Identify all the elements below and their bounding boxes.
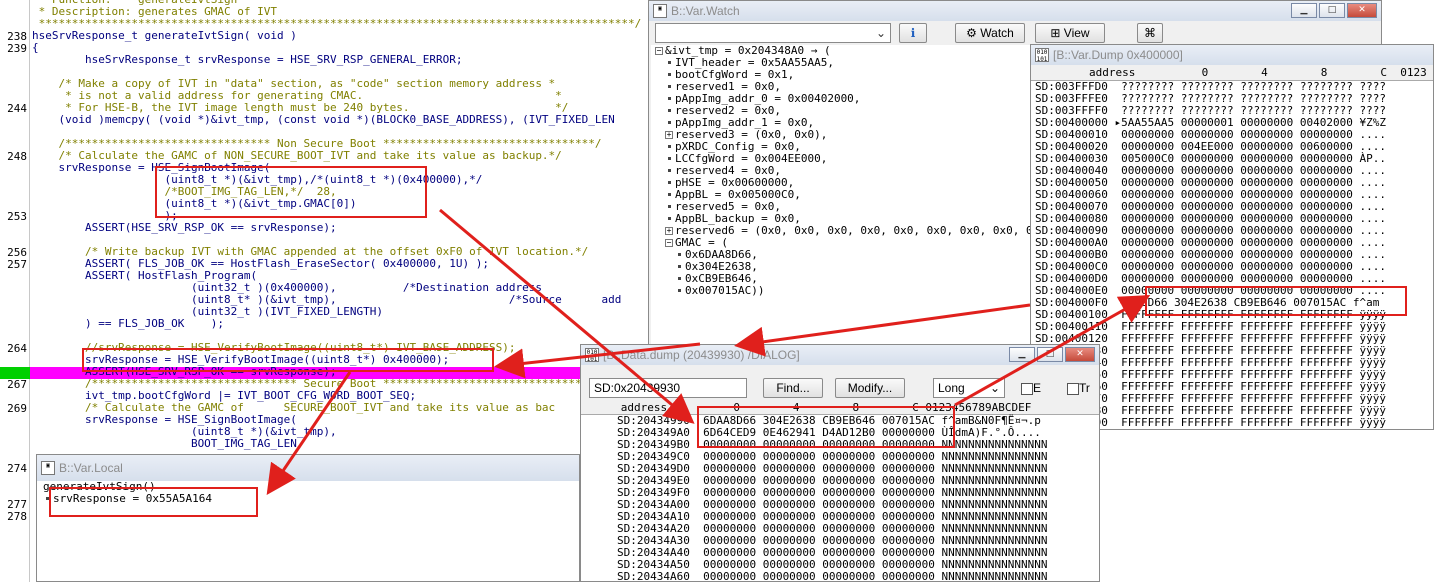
var-dump-header: address 0 4 8 C 0123 <box>1031 67 1433 81</box>
bullet-icon <box>668 96 671 100</box>
line-number: 248 <box>7 150 27 163</box>
line-number: 278 <box>7 510 27 523</box>
line-number: 267 <box>7 378 27 391</box>
chevron-down-icon: ⌄ <box>875 26 886 40</box>
watch-row-text: reserved6 = (0x0, 0x0, 0x0, 0x0, 0x0, 0x… <box>675 224 1046 237</box>
watch-button-label: Watch <box>980 26 1014 40</box>
var-watch-title: B::Var.Watch <box>671 4 740 18</box>
find-button[interactable]: Find... <box>763 378 823 398</box>
info-icon: ℹ <box>910 26 916 40</box>
bullet-icon <box>678 264 681 268</box>
local-variable-value: srvResponse = 0x55A5A164 <box>53 492 212 505</box>
collapse-icon[interactable]: − <box>655 47 663 55</box>
code-line[interactable]: ASSERT(HSE_SRV_RSP_OK == srvResponse); <box>32 222 337 234</box>
line-number: 269 <box>7 402 27 415</box>
bullet-icon <box>668 120 671 124</box>
line-number: 274 <box>7 462 27 475</box>
watch-expression-input[interactable]: ⌄ <box>655 23 891 43</box>
line-number: 265 <box>7 354 27 367</box>
var-local-window[interactable]: ▣ B::Var.Local generateIvtSign() srvResp… <box>36 454 580 582</box>
data-dump-titlebar[interactable]: 010 101 [B::Data.dump (20439930) /DIALOG]… <box>581 345 1099 365</box>
var-local-title: B::Var.Local <box>59 461 123 475</box>
find-button-label: Find... <box>776 381 810 395</box>
window-icon: 010 101 <box>585 348 599 363</box>
expand-icon[interactable]: + <box>665 227 673 235</box>
line-number: 244 <box>7 102 27 115</box>
bullet-icon <box>668 144 671 148</box>
e-checkbox[interactable]: E <box>1021 381 1041 395</box>
minimize-button[interactable]: ▁ <box>1291 3 1317 18</box>
bullet-icon <box>668 168 671 172</box>
pin-icon: ⌘ <box>1144 26 1156 40</box>
bullet-icon <box>668 60 671 64</box>
code-line[interactable]: (void )memcpy( (void *)&ivt_tmp, (const … <box>32 114 614 126</box>
bullet-icon <box>678 252 681 256</box>
code-line[interactable]: hseSrvResponse_t generateIvtSign( void ) <box>32 30 297 42</box>
maximize-button[interactable]: □ <box>1319 3 1345 18</box>
window-icon: ▣ <box>41 461 55 475</box>
pin-button[interactable]: ⌘ <box>1137 23 1163 43</box>
collapse-icon[interactable]: − <box>665 239 673 247</box>
code-line[interactable]: hseSrvResponse_t srvResponse = HSE_SRV_R… <box>32 54 463 66</box>
code-line[interactable]: ) == FLS_JOB_OK ); <box>32 318 224 330</box>
bullet-icon <box>678 276 681 280</box>
bullet-icon <box>668 156 671 160</box>
var-dump-titlebar[interactable]: 010 101 [B::Var.Dump 0x400000] <box>1031 45 1433 65</box>
checkbox-box <box>1067 382 1079 395</box>
bullet-icon <box>668 204 671 208</box>
bullet-icon <box>678 288 681 292</box>
minimize-button[interactable]: ▁ <box>1009 347 1035 362</box>
code-line[interactable]: BOOT_IMG_TAG_LEN, <box>32 438 304 450</box>
width-select[interactable]: Long ⌄ <box>933 378 1005 398</box>
view-button[interactable]: ⊞ View <box>1035 23 1105 43</box>
bullet-icon <box>668 192 671 196</box>
chevron-down-icon: ⌄ <box>989 381 1000 395</box>
watch-row[interactable]: 0x007015AC)) <box>675 285 764 297</box>
line-gutter: 238 239 244 248 253 256 257 264 265 267 269 274 277 2… <box>0 0 30 582</box>
var-dump-title: [B::Var.Dump 0x400000] <box>1053 48 1183 62</box>
data-dump-table[interactable]: SD:20434990 6DAA8D66 304E2638 CB9EB646 0… <box>581 415 1099 582</box>
view-button-label: View <box>1063 26 1090 40</box>
width-select-value: Long <box>938 381 965 395</box>
modify-button[interactable]: Modify... <box>835 378 905 398</box>
address-input[interactable]: SD:0x20439930 <box>589 378 747 398</box>
close-button[interactable]: ✕ <box>1347 3 1377 18</box>
tr-checkbox-label: Tr <box>1079 381 1090 395</box>
watch-row-text: 0x007015AC)) <box>685 284 765 297</box>
maximize-button[interactable]: □ <box>1037 347 1063 362</box>
window-icon: ▣ <box>653 4 667 18</box>
bullet-icon <box>668 72 671 76</box>
e-checkbox-label: E <box>1033 381 1042 395</box>
close-button[interactable]: ✕ <box>1065 347 1095 362</box>
local-tree[interactable]: generateIvtSign() srvResponse = 0x55A5A1… <box>37 481 579 581</box>
data-dump-title: [B::Data.dump (20439930) /DIALOG] <box>603 348 800 362</box>
window-icon: 010 101 <box>1035 48 1049 63</box>
watch-icon: ⚙ <box>966 26 977 40</box>
local-variable-row[interactable]: srvResponse = 0x55A5A164 <box>43 493 212 505</box>
info-button[interactable]: ℹ <box>899 23 927 43</box>
expand-icon[interactable]: + <box>665 131 673 139</box>
view-icon: ⊞ <box>1050 26 1061 40</box>
bullet-icon <box>668 84 671 88</box>
checkbox-box <box>1021 382 1033 395</box>
tr-checkbox[interactable]: Tr <box>1067 381 1090 395</box>
data-dump-window[interactable]: 010 101 [B::Data.dump (20439930) /DIALOG]… <box>580 344 1100 582</box>
watch-button[interactable]: ⚙ Watch <box>955 23 1025 43</box>
line-number: 239 <box>7 42 27 55</box>
modify-button-label: Modify... <box>847 381 893 395</box>
var-local-titlebar[interactable]: ▣ B::Var.Local <box>37 455 579 481</box>
bullet-icon <box>668 180 671 184</box>
bullet-icon <box>46 496 49 500</box>
bullet-icon <box>668 108 671 112</box>
current-line-marker <box>0 367 30 379</box>
line-number: 257 <box>7 258 27 271</box>
var-watch-titlebar[interactable]: ▣ B::Var.Watch ▁ □ ✕ <box>649 1 1381 21</box>
data-dump-row[interactable]: SD:20434A60 00000000 00000000 00000000 0… <box>617 571 1047 582</box>
bullet-icon <box>668 216 671 220</box>
line-number: 253 <box>7 210 27 223</box>
